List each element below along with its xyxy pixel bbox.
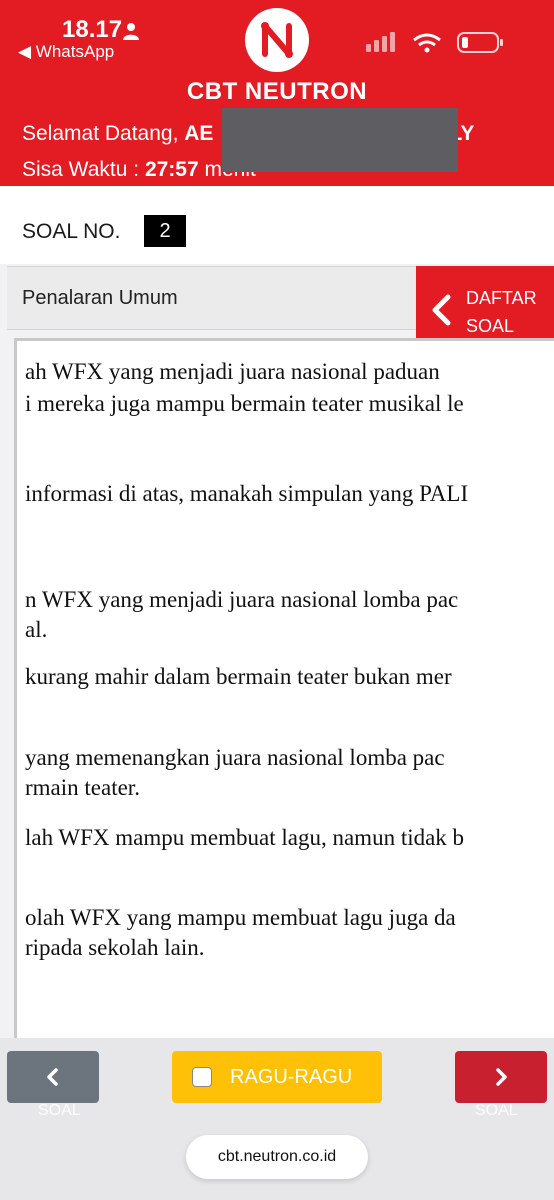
question-content: ah WFX yang menjadi juara nasional padua…: [14, 338, 554, 1038]
category-label: Penalaran Umum: [22, 287, 178, 309]
remaining-time: Sisa Waktu : 27:57 menit: [22, 158, 256, 181]
option-text-line: olah WFX yang mampu membuat lagu juga da: [25, 905, 456, 930]
question-text-line: ah WFX yang menjadi juara nasional padua…: [25, 359, 440, 384]
question-text-line: informasi di atas, manakah simpulan yang…: [25, 481, 469, 506]
question-list-label: DAFTAR SOAL: [466, 288, 537, 336]
question-number-label: SOAL NO.: [22, 220, 121, 243]
previous-question-button[interactable]: [7, 1051, 99, 1103]
url-bar[interactable]: cbt.neutron.co.id: [186, 1135, 368, 1179]
doubtful-checkbox[interactable]: [192, 1067, 212, 1087]
doubtful-button[interactable]: RAGU-RAGU: [172, 1051, 382, 1103]
person-icon: [123, 23, 139, 40]
question-text-line: i mereka juga mampu bermain teater musik…: [25, 391, 464, 416]
status-time: 18.17: [62, 16, 123, 43]
question-number-badge: 2: [144, 215, 186, 247]
doubtful-label: RAGU-RAGU: [230, 1066, 353, 1088]
chevron-right-icon: [496, 1068, 507, 1086]
question-number-bar: SOAL NO.: [0, 186, 554, 264]
chevron-left-icon: [47, 1068, 58, 1086]
option-text-line: kurang mahir dalam bermain teater bukan …: [25, 664, 452, 689]
app-title: CBT NEUTRON: [186, 78, 368, 105]
option-text-line: rmain teater.: [25, 775, 140, 800]
option-text-line: yang memenangkan juara nasional lomba pa…: [25, 745, 445, 770]
next-question-button[interactable]: [455, 1051, 547, 1103]
app-header: 18.17 ◀ WhatsApp CBT NEUTRON Selamat Dat…: [0, 0, 554, 186]
neutron-logo: [245, 8, 309, 72]
back-to-whatsapp-link[interactable]: ◀ WhatsApp: [18, 42, 114, 62]
redaction-box: [222, 108, 458, 172]
option-text-line: al.: [25, 617, 48, 642]
previous-button-label: SOAL: [38, 1102, 81, 1119]
option-text-line: ripada sekolah lain.: [25, 935, 205, 960]
option-text-line: n WFX yang menjadi juara nasional lomba …: [25, 587, 459, 612]
option-text-line: lah WFX mampu membuat lagu, namun tidak …: [25, 825, 465, 850]
next-button-label: SOAL: [475, 1102, 518, 1119]
status-indicators-icon: [366, 32, 503, 53]
chevron-left-icon: [432, 294, 451, 326]
